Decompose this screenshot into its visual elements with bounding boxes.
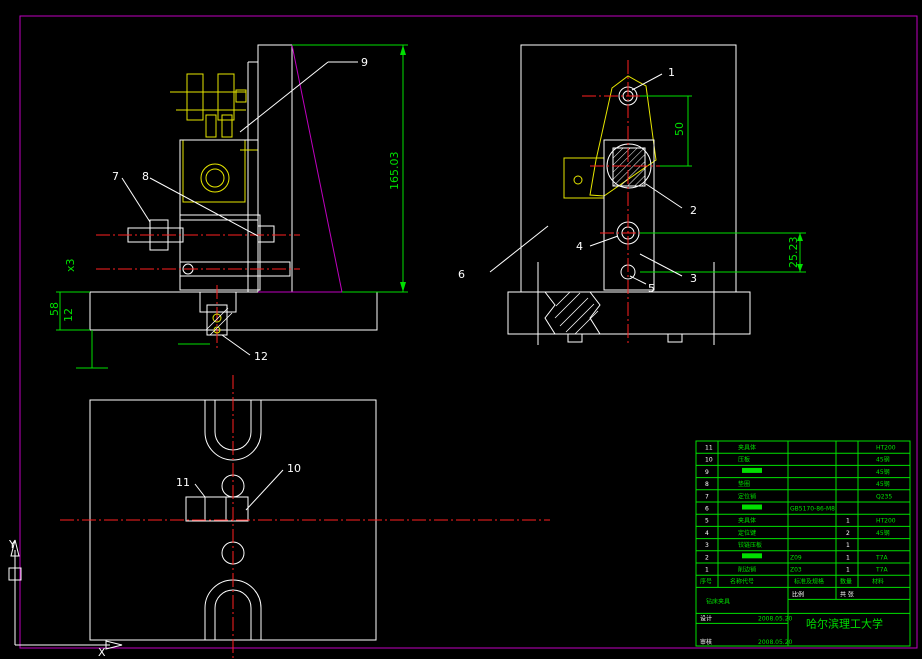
balloon-5: 5 — [648, 282, 655, 295]
title-row-mat: 45钢 — [876, 480, 890, 488]
header-name: 名称代号 — [730, 578, 754, 586]
title-row-qty: 1 — [846, 518, 850, 525]
balloon-7: 7 — [112, 170, 119, 183]
dim-25-23: 25.23 — [787, 237, 800, 269]
title-row-no: 4 — [705, 530, 709, 537]
title-row-no: 7 — [705, 493, 709, 500]
balloon-2: 2 — [690, 204, 697, 217]
balloon-11: 11 — [176, 476, 190, 489]
title-row-no: 1 — [705, 567, 709, 574]
balloon-6: 6 — [458, 268, 465, 281]
title-date1: 2008.05.20 — [758, 615, 793, 622]
title-row-no: 6 — [705, 506, 709, 513]
svg-text:Y: Y — [8, 538, 16, 551]
leaders-side: 1 2 3 4 5 6 — [458, 66, 697, 295]
balloon-9: 9 — [361, 56, 368, 69]
side-view — [507, 44, 751, 345]
balloon-4: 4 — [576, 240, 583, 253]
title-school: 哈尔滨理工大学 — [806, 616, 883, 630]
title-row-qty: 1 — [846, 542, 850, 549]
title-row-mat: 45钢 — [876, 529, 890, 537]
title-scale: 比例 — [792, 590, 804, 598]
title-row-qty: 1 — [846, 554, 850, 561]
title-row-mat: T7A — [875, 567, 888, 574]
dimension-base-thickness: 12 x3 58 — [48, 258, 108, 369]
drawing-frame — [19, 15, 918, 649]
top-view: 11 10 — [60, 375, 550, 659]
title-row-name: 定位键 — [738, 529, 756, 537]
title-row-no: 9 — [705, 469, 709, 476]
title-row-name: 削边销 — [738, 566, 756, 574]
balloon-3: 3 — [690, 272, 697, 285]
dim-12: 12 — [62, 308, 75, 322]
title-subtitle: 钻床夹具 — [706, 597, 730, 605]
title-row-mat: T7A — [875, 554, 888, 561]
title-row-mat: 45钢 — [876, 456, 890, 464]
balloon-8: 8 — [142, 170, 149, 183]
title-row-code: Z09 — [790, 554, 802, 561]
cad-drawing: Y X 165.03 12 x3 58 9 7 8 12 50 25.23 1 … — [8, 15, 918, 659]
svg-text:X: X — [98, 646, 106, 659]
title-row-no: 5 — [705, 518, 709, 525]
front-view — [89, 44, 378, 350]
dim-x3: x3 — [64, 258, 77, 272]
balloon-10: 10 — [287, 462, 301, 475]
title-row-name: 铰链压板 — [738, 541, 762, 549]
title-row-no: 3 — [705, 542, 709, 549]
title-row-no: 11 — [705, 445, 713, 452]
dim-50: 50 — [673, 122, 686, 136]
title-sheet: 共 张 — [840, 590, 854, 598]
dimension-25-23: 25.23 — [640, 232, 806, 273]
title-row-name: 垫圈 — [738, 480, 750, 488]
title-row-name: 夹具体 — [738, 444, 756, 452]
header-mat: 材料 — [872, 578, 884, 586]
title-design: 设计 — [700, 614, 712, 622]
header-code: 标准及规格 — [794, 578, 824, 586]
title-row-no: 10 — [705, 457, 713, 464]
header-qty: 数量 — [840, 578, 852, 586]
title-row-name: 夹具体 — [738, 517, 756, 525]
title-row-qty: 2 — [846, 530, 850, 537]
title-row-no: 2 — [705, 554, 709, 561]
ucs-icon: Y X — [8, 538, 123, 659]
title-row-qty: 1 — [846, 567, 850, 574]
header-no: 序号 — [700, 578, 712, 586]
title-block: 11 夹具体 HT20010 压板 45钢9 45钢8 垫圈 45钢7 定位销 Q2356 GB51… — [695, 440, 911, 647]
title-row-mat: 45钢 — [876, 468, 890, 476]
title-row-mat: HT200 — [876, 445, 896, 452]
balloon-1: 1 — [668, 66, 675, 79]
title-row-code: GB5170-86-M8 — [790, 506, 835, 513]
title-row-code: Z03 — [790, 567, 802, 574]
balloon-12: 12 — [254, 350, 268, 363]
title-check: 审核 — [700, 638, 712, 646]
dim-165: 165.03 — [388, 152, 401, 191]
dim-small: 58 — [48, 302, 61, 316]
title-row-mat: HT200 — [876, 518, 896, 525]
title-row-name: 定位销 — [738, 492, 756, 500]
title-row-mat: Q235 — [876, 493, 892, 500]
title-date2: 2008.05.20 — [758, 639, 793, 646]
title-row-no: 8 — [705, 481, 709, 488]
title-row-name: 压板 — [738, 456, 750, 464]
dimension-height: 165.03 — [292, 44, 408, 293]
